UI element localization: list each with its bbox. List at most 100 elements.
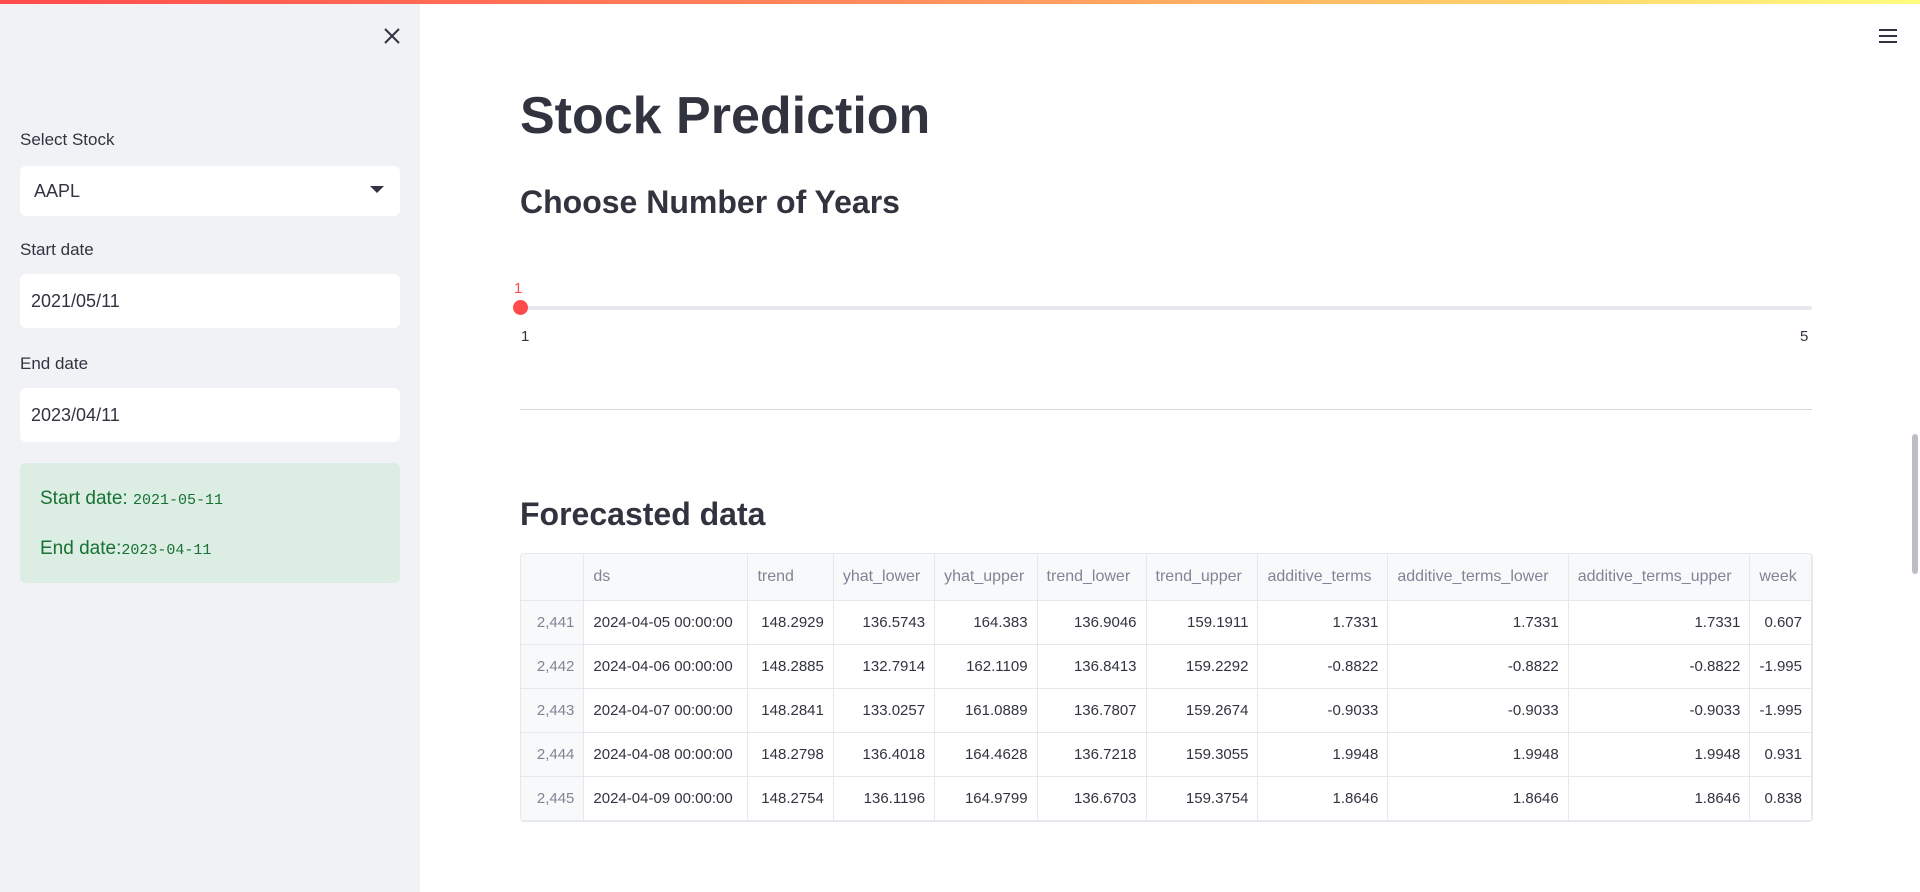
table-cell-ds[interactable]: 2024-04-05 00:00:00 — [583, 600, 749, 645]
table-cell-trend[interactable]: 148.2885 — [747, 644, 834, 689]
table-row[interactable]: 2,441 2024-04-05 00:00:00 148.2929 136.5743… — [521, 600, 1812, 645]
table-cell-trend_lower[interactable]: 136.7807 — [1037, 688, 1147, 733]
column-header-ds[interactable]: ds — [583, 554, 749, 601]
end-date-summary-label: End date: — [40, 538, 122, 559]
table-row[interactable]: 2,444 2024-04-08 00:00:00 148.2798 136.4018… — [521, 732, 1812, 777]
table-cell-week[interactable]: 0.838 — [1749, 776, 1812, 821]
table-cell-ds[interactable]: 2024-04-09 00:00:00 — [583, 776, 749, 821]
start-date-summary-label: Start date: — [40, 488, 133, 509]
table-cell-additive_terms_upper[interactable]: 1.7331 — [1568, 600, 1751, 645]
table-cell-ds[interactable]: 2024-04-07 00:00:00 — [583, 688, 749, 733]
table-cell-trend[interactable]: 148.2798 — [747, 732, 834, 777]
end-date-summary: End date:2023-04-11 — [40, 538, 211, 560]
slider-min-label: 1 — [521, 328, 530, 345]
column-header-additive_terms_lower[interactable]: additive_terms_lower — [1387, 554, 1569, 601]
main-content: Stock Prediction Choose Number of Years … — [420, 4, 1920, 892]
table-cell-additive_terms[interactable]: -0.8822 — [1257, 644, 1389, 689]
column-header-additive_terms[interactable]: additive_terms — [1257, 554, 1389, 601]
table-cell-week[interactable]: -1.995 — [1749, 688, 1812, 733]
column-header-yhat_lower[interactable]: yhat_lower — [833, 554, 936, 601]
table-cell-additive_terms_upper[interactable]: -0.8822 — [1568, 644, 1751, 689]
close-sidebar-button[interactable] — [380, 24, 404, 48]
table-cell-trend_upper[interactable]: 159.1911 — [1146, 600, 1259, 645]
end-date-summary-code: 2023-04-11 — [121, 542, 212, 559]
table-cell-yhat_upper[interactable]: 162.1109 — [934, 644, 1038, 689]
row-index-cell[interactable]: 2,441 — [521, 600, 585, 645]
table-cell-additive_terms_lower[interactable]: 1.8646 — [1387, 776, 1569, 821]
table-cell-ds[interactable]: 2024-04-08 00:00:00 — [583, 732, 749, 777]
table-cell-additive_terms[interactable]: 1.7331 — [1257, 600, 1389, 645]
table-header-row: ds trend yhat_lower yhat_upper trend_lower tr… — [521, 554, 1812, 601]
date-summary-alert: Start date: 2021-05-11 End date:2023-04-… — [20, 463, 400, 583]
end-date-input[interactable]: 2023/04/11 — [20, 388, 400, 442]
forecast-table[interactable]: ds trend yhat_lower yhat_upper trend_lower tr… — [520, 553, 1813, 822]
table-cell-week[interactable]: -1.995 — [1749, 644, 1812, 689]
table-cell-additive_terms[interactable]: 1.8646 — [1257, 776, 1389, 821]
table-row[interactable]: 2,445 2024-04-09 00:00:00 148.2754 136.1196… — [521, 776, 1812, 821]
table-cell-yhat_lower[interactable]: 136.4018 — [833, 732, 936, 777]
table-cell-yhat_upper[interactable]: 164.383 — [934, 600, 1038, 645]
chevron-down-icon — [370, 186, 384, 193]
table-cell-trend_lower[interactable]: 136.9046 — [1037, 600, 1147, 645]
main-menu-button[interactable] — [1876, 24, 1900, 48]
table-cell-trend_lower[interactable]: 136.6703 — [1037, 776, 1147, 821]
table-cell-additive_terms_lower[interactable]: 1.7331 — [1387, 600, 1569, 645]
table-cell-trend_upper[interactable]: 159.2674 — [1146, 688, 1259, 733]
start-date-label: Start date — [20, 240, 94, 259]
table-cell-trend_lower[interactable]: 136.7218 — [1037, 732, 1147, 777]
table-cell-yhat_upper[interactable]: 161.0889 — [934, 688, 1038, 733]
table-cell-additive_terms_lower[interactable]: -0.9033 — [1387, 688, 1569, 733]
slider-current-value: 1 — [514, 280, 523, 297]
page-scrollbar[interactable] — [1912, 434, 1918, 574]
hamburger-menu-icon — [1879, 41, 1897, 43]
column-header-week[interactable]: week — [1749, 554, 1812, 601]
table-cell-yhat_lower[interactable]: 136.5743 — [833, 600, 936, 645]
column-header-additive_terms_upper[interactable]: additive_terms_upper — [1568, 554, 1751, 601]
table-cell-trend_upper[interactable]: 159.3754 — [1146, 776, 1259, 821]
row-index-cell[interactable]: 2,444 — [521, 732, 585, 777]
table-cell-trend_lower[interactable]: 136.8413 — [1037, 644, 1147, 689]
table-cell-trend[interactable]: 148.2841 — [747, 688, 834, 733]
table-cell-additive_terms[interactable]: 1.9948 — [1257, 732, 1389, 777]
table-cell-additive_terms_upper[interactable]: -0.9033 — [1568, 688, 1751, 733]
table-cell-additive_terms_lower[interactable]: 1.9948 — [1387, 732, 1569, 777]
hamburger-menu-icon — [1879, 35, 1897, 37]
table-cell-additive_terms_lower[interactable]: -0.8822 — [1387, 644, 1569, 689]
stock-select[interactable]: AAPL — [20, 166, 400, 216]
table-cell-yhat_lower[interactable]: 136.1196 — [833, 776, 936, 821]
years-slider-track[interactable] — [520, 306, 1812, 310]
column-header-yhat_upper[interactable]: yhat_upper — [934, 554, 1038, 601]
row-index-cell[interactable]: 2,443 — [521, 688, 585, 733]
column-header-trend[interactable]: trend — [747, 554, 834, 601]
table-cell-yhat_upper[interactable]: 164.4628 — [934, 732, 1038, 777]
column-header-trend_upper[interactable]: trend_upper — [1146, 554, 1259, 601]
table-cell-trend[interactable]: 148.2754 — [747, 776, 834, 821]
stock-select-value: AAPL — [34, 181, 81, 201]
row-index-cell[interactable]: 2,445 — [521, 776, 585, 821]
years-slider-thumb[interactable] — [513, 300, 528, 315]
divider — [520, 409, 1812, 410]
index-column-header[interactable] — [521, 554, 585, 601]
table-cell-yhat_upper[interactable]: 164.9799 — [934, 776, 1038, 821]
end-date-label: End date — [20, 354, 89, 373]
table-cell-additive_terms_upper[interactable]: 1.8646 — [1568, 776, 1751, 821]
start-date-value: 2021/05/11 — [31, 291, 120, 311]
table-cell-trend_upper[interactable]: 159.3055 — [1146, 732, 1259, 777]
table-row[interactable]: 2,442 2024-04-06 00:00:00 148.2885 132.7914… — [521, 644, 1812, 689]
table-cell-yhat_lower[interactable]: 133.0257 — [833, 688, 936, 733]
table-cell-yhat_lower[interactable]: 132.7914 — [833, 644, 936, 689]
table-cell-additive_terms[interactable]: -0.9033 — [1257, 688, 1389, 733]
table-cell-additive_terms_upper[interactable]: 1.9948 — [1568, 732, 1751, 777]
page-title: Stock Prediction — [520, 87, 931, 145]
column-header-trend_lower[interactable]: trend_lower — [1037, 554, 1147, 601]
start-date-summary: Start date: 2021-05-11 — [40, 488, 223, 510]
row-index-cell[interactable]: 2,442 — [521, 644, 585, 689]
end-date-value: 2023/04/11 — [31, 405, 120, 425]
table-cell-trend[interactable]: 148.2929 — [747, 600, 834, 645]
table-cell-ds[interactable]: 2024-04-06 00:00:00 — [583, 644, 749, 689]
table-cell-week[interactable]: 0.607 — [1749, 600, 1812, 645]
table-cell-week[interactable]: 0.931 — [1749, 732, 1812, 777]
table-cell-trend_upper[interactable]: 159.2292 — [1146, 644, 1259, 689]
start-date-input[interactable]: 2021/05/11 — [20, 274, 400, 328]
table-row[interactable]: 2,443 2024-04-07 00:00:00 148.2841 133.0257… — [521, 688, 1812, 733]
